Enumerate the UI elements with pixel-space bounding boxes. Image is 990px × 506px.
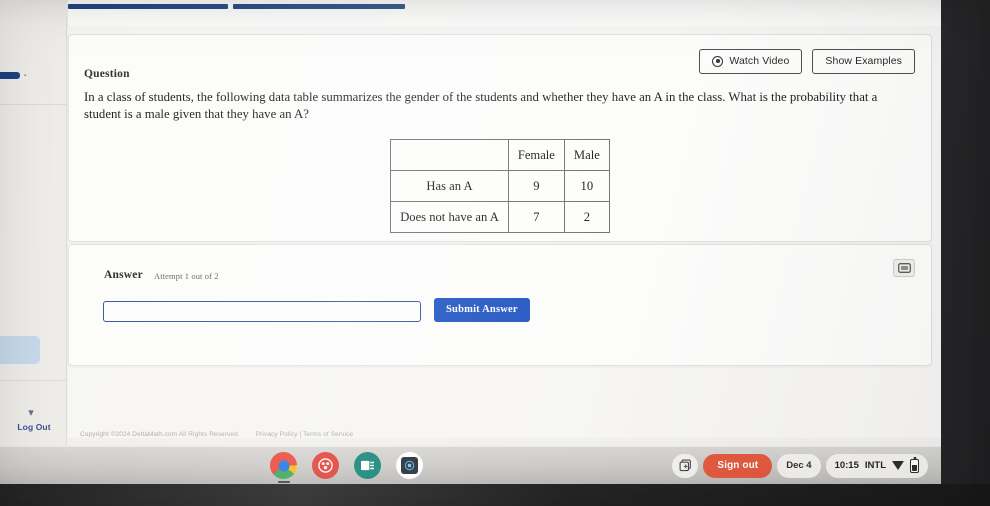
table-cell-1-1: 2 bbox=[563, 201, 610, 233]
screencast-icon[interactable] bbox=[672, 453, 699, 478]
table-cell-0-1: 10 bbox=[563, 170, 610, 202]
calculator-icon[interactable] bbox=[893, 259, 915, 277]
table-col-header-0: Female bbox=[507, 139, 565, 171]
battery-icon bbox=[910, 458, 919, 473]
screen-bezel-bottom bbox=[0, 484, 990, 506]
top-progress-zone bbox=[0, 0, 943, 26]
dark-app-icon-inner bbox=[401, 457, 418, 474]
question-header-buttons: Watch Video Show Examples bbox=[699, 49, 915, 74]
answer-input[interactable] bbox=[103, 301, 421, 322]
dark-app-icon[interactable] bbox=[396, 452, 423, 479]
shelf-time: 10:15 bbox=[834, 460, 859, 471]
date-chip[interactable]: Dec 4 bbox=[777, 453, 821, 478]
shelf-locale: INTL bbox=[864, 460, 886, 471]
progress-bar-segment-2 bbox=[233, 4, 405, 9]
red-app-icon[interactable] bbox=[312, 452, 339, 479]
answer-card: Answer Attempt 1 out of 2 Submit Answer bbox=[68, 244, 932, 366]
progress-bar-segment-1 bbox=[68, 4, 228, 9]
shelf-date: Dec 4 bbox=[786, 460, 812, 471]
table-header-row: Female Male bbox=[390, 139, 610, 171]
footer-links[interactable]: Privacy Policy | Terms of Service bbox=[256, 431, 353, 438]
watch-video-button[interactable]: Watch Video bbox=[699, 49, 803, 74]
sidebar-progress-bar bbox=[0, 72, 20, 79]
log-out-link[interactable]: Log Out bbox=[6, 422, 62, 432]
screen-photo: ▪ ▾ Log Out Watch Video Show Examples Qu… bbox=[0, 0, 990, 506]
chromebook-desktop: ▪ ▾ Log Out Watch Video Show Examples Qu… bbox=[0, 0, 943, 486]
status-tray-contents: 10:15 INTL bbox=[834, 458, 919, 473]
question-prompt: In a class of students, the following da… bbox=[84, 90, 878, 121]
sidebar-item-selected[interactable] bbox=[0, 336, 40, 364]
chrome-icon[interactable] bbox=[270, 452, 297, 479]
sidebar-divider-top bbox=[0, 104, 66, 105]
table-row: Has an A 9 10 bbox=[390, 170, 610, 202]
submit-answer-button[interactable]: Submit Answer bbox=[434, 298, 530, 322]
left-sidebar: ▪ ▾ Log Out bbox=[0, 18, 67, 464]
table-row: Does not have an A 7 2 bbox=[390, 201, 610, 233]
question-card: Watch Video Show Examples Question In a … bbox=[68, 34, 932, 242]
chrome-active-indicator bbox=[278, 481, 290, 483]
question-heading: Question bbox=[84, 68, 130, 80]
chevron-down-icon[interactable]: ▾ bbox=[24, 408, 38, 419]
answer-heading: Answer bbox=[104, 269, 143, 281]
table-corner-cell bbox=[390, 139, 509, 171]
table-row-label-0: Has an A bbox=[390, 170, 509, 202]
status-tray-chip[interactable]: 10:15 INTL bbox=[825, 453, 928, 478]
watch-video-label: Watch Video bbox=[729, 55, 790, 67]
table-col-header-1: Male bbox=[563, 139, 610, 171]
screen-bezel-right bbox=[941, 0, 990, 506]
main-content: Watch Video Show Examples Question In a … bbox=[68, 26, 943, 438]
show-examples-label: Show Examples bbox=[825, 55, 902, 67]
shelf-app-list bbox=[270, 452, 423, 479]
table-row-label-1: Does not have an A bbox=[390, 201, 509, 233]
sidebar-dot-icon: ▪ bbox=[24, 73, 27, 79]
footer-copyright: Copyright ©2024 DeltaMath.com All Rights… bbox=[80, 430, 240, 438]
teal-app-icon[interactable] bbox=[354, 452, 381, 479]
chromeos-shelf: Sign out Dec 4 10:15 INTL bbox=[0, 446, 943, 485]
play-circle-icon bbox=[712, 55, 724, 67]
show-examples-button[interactable]: Show Examples bbox=[812, 49, 915, 74]
data-table-wrapper: Female Male Has an A 9 10 Does not have … bbox=[69, 139, 931, 233]
sidebar-divider-bottom bbox=[0, 380, 66, 381]
table-cell-0-0: 9 bbox=[507, 170, 565, 202]
page-footer: Copyright ©2024 DeltaMath.com All Rights… bbox=[68, 424, 943, 444]
gender-grade-table: Female Male Has an A 9 10 Does not have … bbox=[390, 139, 610, 233]
sign-out-button[interactable]: Sign out bbox=[703, 453, 773, 478]
system-tray: Sign out Dec 4 10:15 INTL bbox=[672, 451, 933, 480]
table-cell-1-0: 7 bbox=[507, 201, 565, 233]
attempt-counter: Attempt 1 out of 2 bbox=[154, 271, 219, 281]
wifi-icon bbox=[892, 461, 904, 470]
